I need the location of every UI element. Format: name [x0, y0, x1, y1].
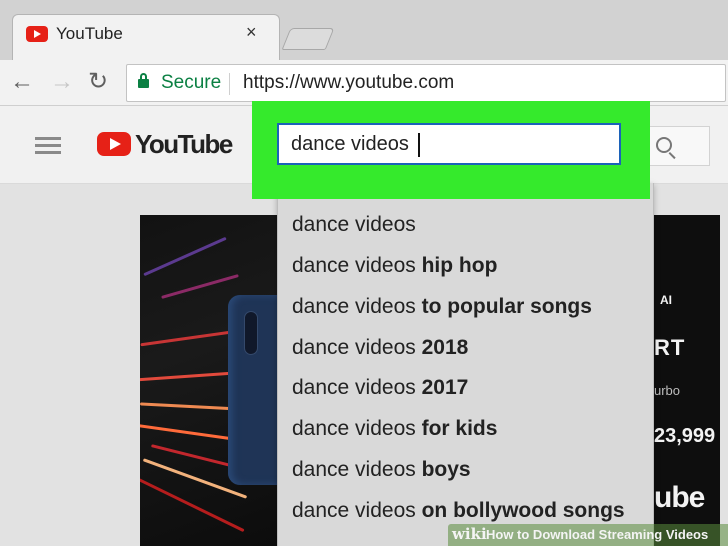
suggestion-item[interactable]: dance videos on bollywood songs — [292, 498, 625, 524]
suggestion-item[interactable]: dance videos — [292, 212, 416, 238]
tab-strip: YouTube × — [0, 0, 728, 62]
text-cursor — [418, 133, 420, 157]
address-divider — [229, 73, 230, 95]
lock-icon — [138, 73, 149, 88]
browser-toolbar: ← → ↻ Secure https://www.youtube.com — [0, 60, 728, 106]
new-tab-button[interactable] — [281, 28, 335, 50]
reload-icon[interactable]: ↻ — [88, 67, 108, 97]
thumbnail-subline: urbo — [654, 383, 681, 398]
browser-tab[interactable] — [12, 14, 280, 62]
watermark-title: How to Download Streaming Videos — [486, 527, 709, 542]
back-arrow-icon[interactable]: ← — [10, 67, 34, 97]
thumbnail-badge: AI — [660, 293, 672, 307]
tab-title: YouTube — [56, 24, 123, 43]
search-icon — [656, 137, 672, 153]
suggestion-item[interactable]: dance videos 2017 — [292, 375, 468, 401]
suggestion-item[interactable]: dance videos hip hop — [292, 253, 497, 279]
phone-camera — [244, 311, 258, 355]
youtube-favicon-icon — [26, 26, 48, 42]
youtube-play-icon — [97, 132, 131, 156]
url-text[interactable]: https://www.youtube.com — [243, 72, 454, 94]
close-tab-icon[interactable]: × — [246, 22, 257, 42]
search-input[interactable] — [277, 123, 621, 165]
thumbnail-brand: ube — [654, 481, 705, 514]
video-thumbnail-left[interactable] — [140, 215, 280, 546]
address-bar[interactable]: Secure https://www.youtube.com — [126, 64, 726, 102]
forward-arrow-icon[interactable]: → — [50, 67, 74, 97]
watermark-wiki: wiki — [452, 525, 487, 543]
hamburger-menu-icon[interactable] — [35, 137, 61, 155]
suggestion-item[interactable]: dance videos 2018 — [292, 335, 468, 361]
suggestion-item[interactable]: dance videos to popular songs — [292, 294, 592, 320]
suggestion-item[interactable]: dance videos boys — [292, 457, 471, 483]
search-suggestions-dropdown: dance videos dance videos hip hop dance … — [277, 183, 654, 546]
thumbnail-headline: RT — [654, 335, 686, 360]
secure-label: Secure — [161, 72, 222, 93]
suggestion-item[interactable]: dance videos for kids — [292, 416, 497, 442]
thumbnail-price: 23,999 — [654, 425, 716, 447]
video-thumbnail-right[interactable]: AI RT urbo 23,999 ube — [654, 215, 720, 546]
youtube-logo-text: YouTube — [135, 129, 233, 159]
wikihow-watermark: wiki How to Download Streaming Videos — [448, 524, 728, 546]
